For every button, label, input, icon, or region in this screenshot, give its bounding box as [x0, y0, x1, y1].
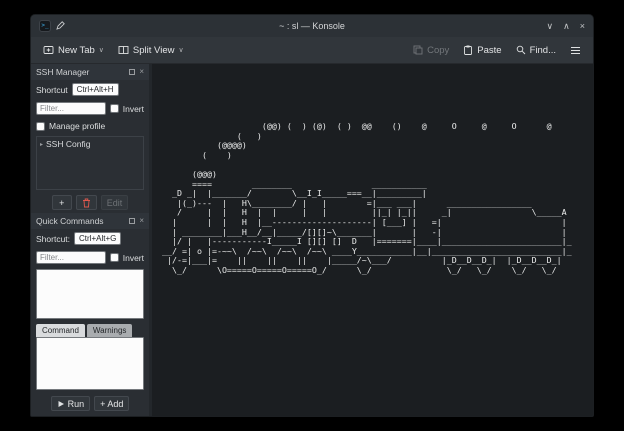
hamburger-icon [570, 46, 581, 55]
chevron-down-icon: ∨ [178, 46, 183, 54]
qc-shortcut-row: Shortcut: Ctrl+Alt+G [31, 229, 149, 248]
tree-item-ssh-config[interactable]: ▸ SSH Config [40, 139, 140, 149]
main-toolbar: New Tab ∨ Split View ∨ Copy [31, 37, 593, 64]
window-title: ~ : sl — Konsole [279, 21, 345, 31]
qc-filter-row: Invert [31, 248, 149, 267]
ssh-edit-button[interactable]: Edit [101, 195, 129, 210]
titlebar[interactable]: >_ ~ : sl — Konsole ∨ ∧ × [31, 15, 593, 37]
ssh-shortcut-button[interactable]: Ctrl+Alt+H [72, 83, 119, 96]
copy-icon [413, 45, 423, 55]
window-controls: ∨ ∧ × [547, 22, 585, 31]
toolbar-right-group: Copy Paste Find... [407, 41, 587, 60]
ssh-filter-row: Invert [31, 99, 149, 118]
ssh-delete-button[interactable] [76, 195, 97, 210]
command-editor[interactable] [36, 337, 144, 390]
qc-tabs: Command Warnings [31, 321, 149, 337]
manage-profile-row: Manage profile [31, 118, 149, 134]
trash-icon [82, 198, 91, 208]
close-button[interactable]: × [580, 22, 585, 31]
desktop-background: >_ ~ : sl — Konsole ∨ ∧ × New Tab ∨ [0, 0, 624, 431]
ssh-filter-input[interactable] [36, 102, 106, 115]
copy-label: Copy [427, 45, 449, 56]
ssh-manager-header-icons: × [129, 68, 144, 76]
quick-commands-panel: Quick Commands × Shortcut: Ctrl+Alt+G I [31, 213, 149, 416]
ssh-config-tree[interactable]: ▸ SSH Config [36, 136, 144, 190]
minimize-button[interactable]: ∨ [547, 22, 554, 31]
rename-session-icon [56, 17, 65, 35]
ssh-manager-title: SSH Manager [36, 67, 89, 77]
quick-commands-header-icons: × [129, 217, 144, 225]
ssh-buttons-row: + Edit [31, 192, 149, 213]
ssh-invert-label: Invert [123, 104, 144, 114]
konsole-app-icon: >_ [39, 20, 51, 32]
close-panel-icon[interactable]: × [139, 217, 144, 225]
manage-profile-label: Manage profile [49, 121, 105, 131]
new-tab-label: New Tab [58, 45, 95, 56]
new-tab-icon [43, 45, 54, 55]
find-button[interactable]: Find... [510, 41, 562, 60]
quick-commands-title: Quick Commands [36, 216, 104, 226]
main-area: SSH Manager × Shortcut Ctrl+Alt+H Invert [31, 64, 593, 416]
run-label: Run [68, 399, 85, 409]
tree-item-label: SSH Config [46, 139, 90, 149]
qc-buttons-row: Run + Add [31, 392, 149, 416]
command-list[interactable] [36, 269, 144, 319]
tab-command[interactable]: Command [36, 324, 85, 337]
new-tab-button[interactable]: New Tab ∨ [37, 41, 110, 60]
paste-label: Paste [477, 45, 501, 56]
ssh-manager-header[interactable]: SSH Manager × [31, 64, 149, 80]
copy-button[interactable]: Copy [407, 41, 455, 60]
quick-commands-header[interactable]: Quick Commands × [31, 213, 149, 229]
menu-button[interactable] [564, 42, 587, 59]
paste-icon [463, 45, 473, 55]
maximize-button[interactable]: ∧ [563, 22, 570, 31]
tab-warnings[interactable]: Warnings [87, 324, 133, 337]
paste-button[interactable]: Paste [457, 41, 507, 60]
ssh-add-button[interactable]: + [52, 195, 72, 210]
qc-shortcut-button[interactable]: Ctrl+Alt+G [74, 232, 121, 245]
qc-invert-checkbox[interactable] [110, 253, 119, 262]
terminal-view[interactable]: (@@) ( ) (@) ( ) @@ () @ O @ O @ ( ) (@@… [152, 64, 593, 416]
tree-expander-icon[interactable]: ▸ [40, 141, 43, 148]
terminal-output: (@@) ( ) (@) ( ) @@ () @ O @ O @ ( ) (@@… [162, 122, 572, 276]
split-view-button[interactable]: Split View ∨ [112, 41, 190, 60]
split-view-icon [118, 45, 129, 55]
qc-invert-label: Invert [123, 253, 144, 263]
ssh-shortcut-row: Shortcut Ctrl+Alt+H [31, 80, 149, 99]
qc-shortcut-label: Shortcut: [36, 234, 70, 244]
float-panel-icon[interactable] [129, 69, 135, 75]
qc-filter-input[interactable] [36, 251, 106, 264]
run-icon [57, 400, 65, 408]
search-icon [516, 45, 526, 55]
run-button[interactable]: Run [51, 396, 91, 411]
close-panel-icon[interactable]: × [139, 68, 144, 76]
ssh-invert-checkbox[interactable] [110, 104, 119, 113]
find-label: Find... [530, 45, 556, 56]
titlebar-icons: >_ [39, 17, 65, 35]
float-panel-icon[interactable] [129, 218, 135, 224]
add-command-button[interactable]: + Add [94, 396, 129, 411]
split-view-label: Split View [133, 45, 175, 56]
ssh-shortcut-label: Shortcut [36, 85, 68, 95]
plugin-dock: SSH Manager × Shortcut Ctrl+Alt+H Invert [31, 64, 149, 416]
chevron-down-icon: ∨ [99, 46, 104, 54]
konsole-window: >_ ~ : sl — Konsole ∨ ∧ × New Tab ∨ [30, 14, 594, 417]
manage-profile-checkbox[interactable] [36, 122, 45, 131]
